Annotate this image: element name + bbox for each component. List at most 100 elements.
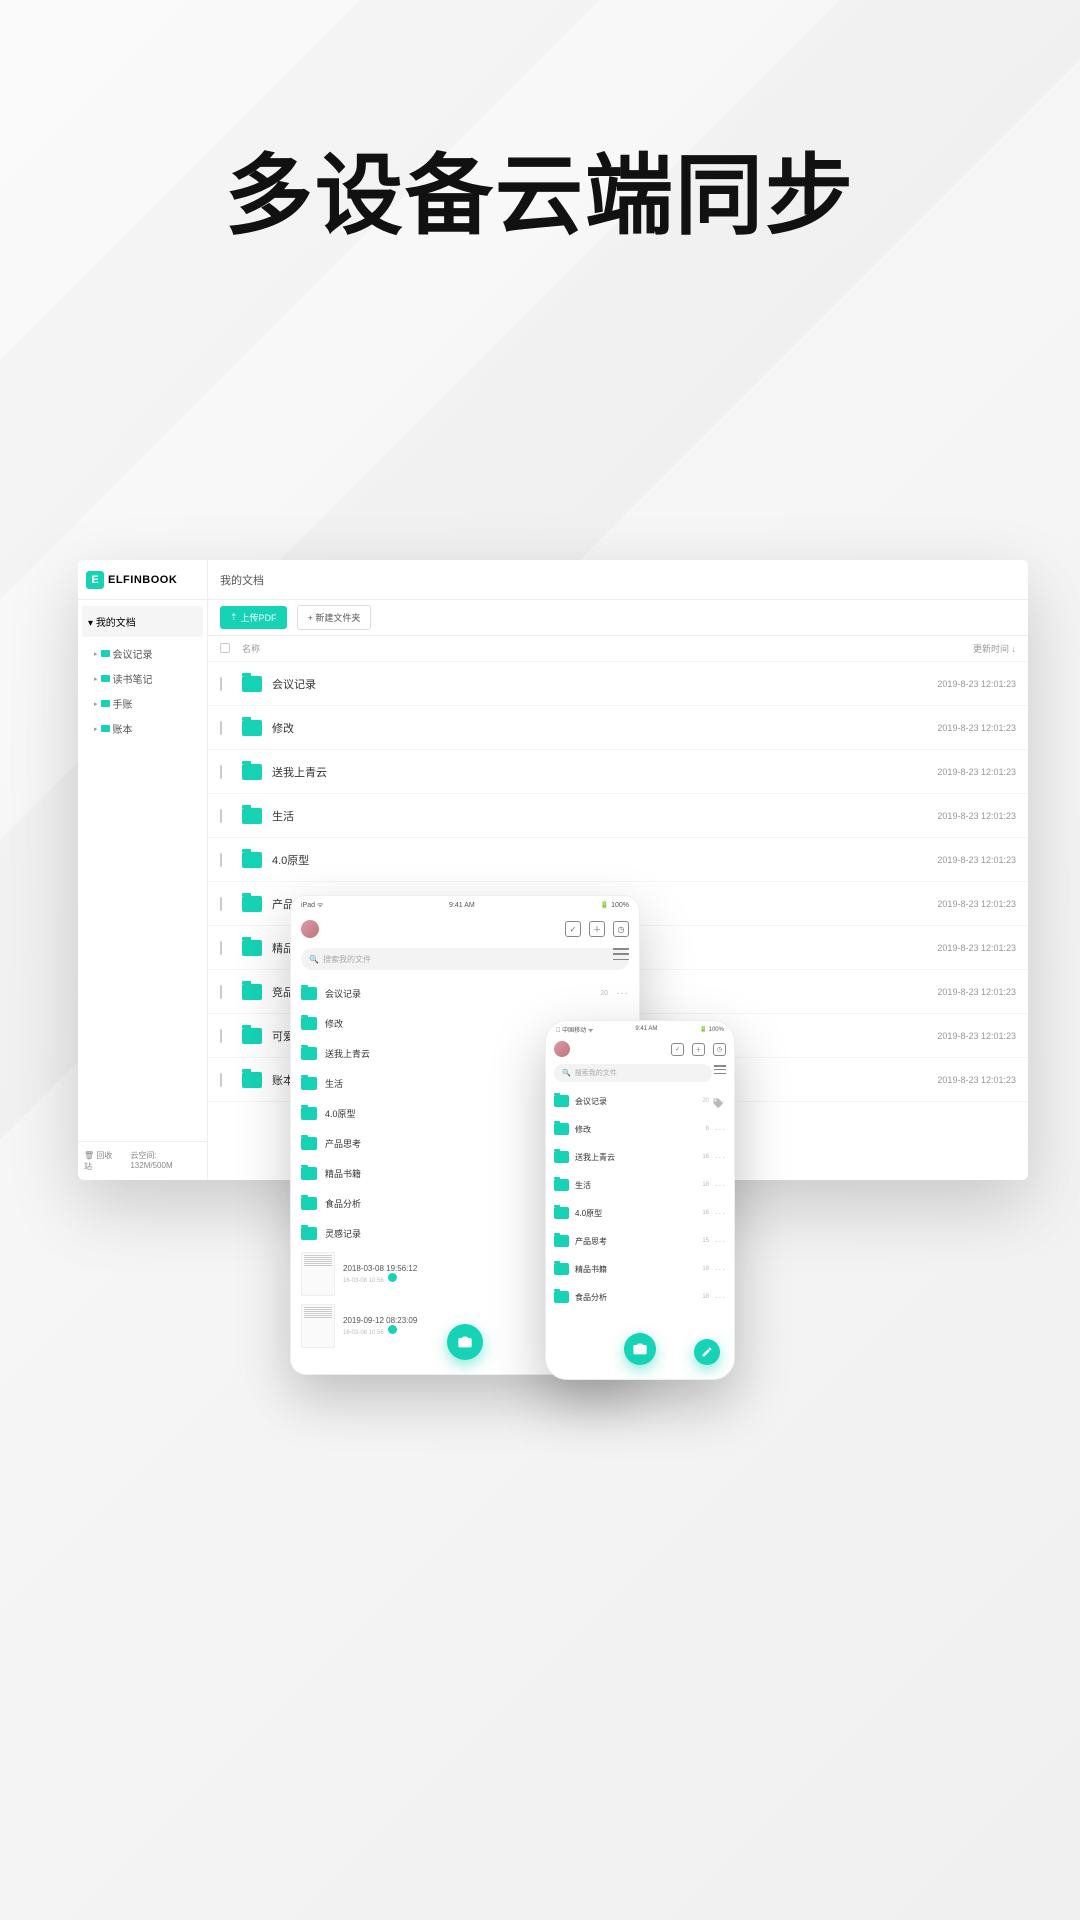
folder-icon: [554, 1123, 569, 1135]
list-item[interactable]: 修改 8 ···: [554, 1115, 726, 1143]
camera-icon: [632, 1341, 648, 1357]
new-folder-button[interactable]: + 新建文件夹: [297, 605, 372, 630]
list-item[interactable]: 精品书籍 18 ···: [554, 1255, 726, 1283]
camera-fab[interactable]: [624, 1333, 656, 1365]
list-item[interactable]: 会议记录 20 ···: [554, 1087, 726, 1115]
row-checkbox[interactable]: [220, 1073, 222, 1087]
folder-icon: [301, 987, 317, 1000]
folder-icon: [554, 1291, 569, 1303]
phone-header: ✓ ＋ ◷: [546, 1037, 734, 1061]
search-input[interactable]: 🔍 搜索我的文件: [554, 1064, 712, 1082]
history-icon[interactable]: ◷: [713, 1043, 726, 1056]
folder-icon: [301, 1107, 317, 1120]
list-item[interactable]: 送我上青云 16 ···: [554, 1143, 726, 1171]
table-row[interactable]: 会议记录 2019-8-23 12:01:23: [208, 662, 1028, 706]
breadcrumb: 我的文档: [208, 560, 1028, 600]
sidebar-item[interactable]: 账本: [92, 716, 207, 741]
row-time: 2019-8-23 12:01:23: [896, 723, 1016, 733]
table-row[interactable]: 生活 2019-8-23 12:01:23: [208, 794, 1028, 838]
count-badge: 8: [706, 1126, 709, 1132]
folder-icon: [242, 984, 262, 1000]
sidebar-item[interactable]: 会议记录: [92, 641, 207, 666]
upload-pdf-button[interactable]: ⇡ 上传PDF: [220, 606, 287, 629]
doc-subtitle: 16-03-08 10:56: [343, 1325, 417, 1336]
row-name: 修改: [272, 720, 896, 736]
row-checkbox[interactable]: [220, 1029, 222, 1043]
row-checkbox[interactable]: [220, 765, 222, 779]
row-name: 4.0原型: [272, 852, 896, 868]
upload-icon: ⇡: [230, 612, 238, 623]
hero-title: 多设备云端同步: [0, 125, 1080, 252]
brand-logo-icon: E: [86, 571, 104, 589]
more-icon[interactable]: ···: [715, 1293, 726, 1302]
sidebar-item[interactable]: 读书笔记: [92, 666, 207, 691]
folder-icon: [242, 676, 262, 692]
check-icon[interactable]: ✓: [671, 1043, 684, 1056]
table-row[interactable]: 送我上青云 2019-8-23 12:01:23: [208, 750, 1028, 794]
count-badge: 15: [702, 1238, 709, 1244]
search-input[interactable]: 🔍 搜索我的文件: [301, 948, 629, 970]
table-row[interactable]: 修改 2019-8-23 12:01:23: [208, 706, 1028, 750]
list-item[interactable]: 产品思考 15 ···: [554, 1227, 726, 1255]
row-checkbox[interactable]: [220, 721, 222, 735]
doc-subtitle: 16-03-08 10:56: [343, 1273, 417, 1284]
sidebar-root[interactable]: ▾ 我的文档: [82, 606, 203, 637]
history-icon[interactable]: ◷: [613, 921, 629, 937]
camera-fab[interactable]: [447, 1324, 483, 1360]
row-checkbox[interactable]: [220, 897, 222, 911]
trash-link[interactable]: 🗑 回收站: [84, 1150, 120, 1172]
more-icon[interactable]: ···: [715, 1153, 726, 1162]
more-icon[interactable]: ···: [715, 1209, 726, 1218]
table-row[interactable]: 4.0原型 2019-8-23 12:01:23: [208, 838, 1028, 882]
menu-icon[interactable]: [613, 948, 629, 960]
folder-icon: [242, 896, 262, 912]
select-all-checkbox[interactable]: [220, 643, 230, 653]
row-checkbox[interactable]: [220, 985, 222, 999]
more-icon[interactable]: ···: [715, 1125, 726, 1134]
sidebar-item[interactable]: 手账: [92, 691, 207, 716]
folder-icon: [242, 720, 262, 736]
more-icon[interactable]: ···: [715, 1181, 726, 1190]
folder-icon: [242, 808, 262, 824]
folder-icon: [554, 1179, 569, 1191]
row-checkbox[interactable]: [220, 677, 222, 691]
list-item[interactable]: 生活 18 ···: [554, 1171, 726, 1199]
col-name-header[interactable]: 名称: [242, 642, 896, 655]
sidebar-item-label: 会议记录: [113, 646, 153, 661]
row-name: 送我上青云: [272, 764, 896, 780]
count-badge: 20: [702, 1098, 709, 1104]
folder-icon: [301, 1017, 317, 1030]
doc-title: 2018-03-08 19:56:12: [343, 1264, 417, 1273]
tag-icon[interactable]: [712, 1097, 724, 1109]
folder-name: 送我上青云: [575, 1152, 696, 1163]
col-time-header[interactable]: 更新时间 ↓: [896, 642, 1016, 655]
toolbar: ⇡ 上传PDF + 新建文件夹: [208, 600, 1028, 636]
row-time: 2019-8-23 12:01:23: [896, 943, 1016, 953]
row-time: 2019-8-23 12:01:23: [896, 1075, 1016, 1085]
folder-icon: [554, 1263, 569, 1275]
more-icon[interactable]: ···: [715, 1265, 726, 1274]
row-checkbox[interactable]: [220, 941, 222, 955]
folder-icon: [554, 1235, 569, 1247]
add-icon[interactable]: ＋: [589, 921, 605, 937]
add-icon[interactable]: ＋: [692, 1043, 705, 1056]
more-icon[interactable]: ···: [715, 1237, 726, 1246]
check-icon[interactable]: ✓: [565, 921, 581, 937]
folder-icon: [101, 725, 110, 732]
sync-icon: [388, 1325, 397, 1334]
sidebar-item-label: 手账: [113, 696, 133, 711]
edit-fab[interactable]: [694, 1339, 720, 1365]
row-checkbox[interactable]: [220, 853, 222, 867]
more-icon[interactable]: ···: [616, 988, 629, 999]
menu-icon[interactable]: [714, 1065, 726, 1074]
avatar[interactable]: [554, 1041, 570, 1057]
row-checkbox[interactable]: [220, 809, 222, 823]
list-item[interactable]: 4.0原型 16 ···: [554, 1199, 726, 1227]
list-item[interactable]: 会议记录 20 ···: [301, 978, 629, 1008]
row-time: 2019-8-23 12:01:23: [896, 899, 1016, 909]
avatar[interactable]: [301, 920, 319, 938]
list-item[interactable]: 食品分析 18 ···: [554, 1283, 726, 1311]
count-badge: 18: [702, 1294, 709, 1300]
row-time: 2019-8-23 12:01:23: [896, 811, 1016, 821]
folder-icon: [554, 1095, 569, 1107]
